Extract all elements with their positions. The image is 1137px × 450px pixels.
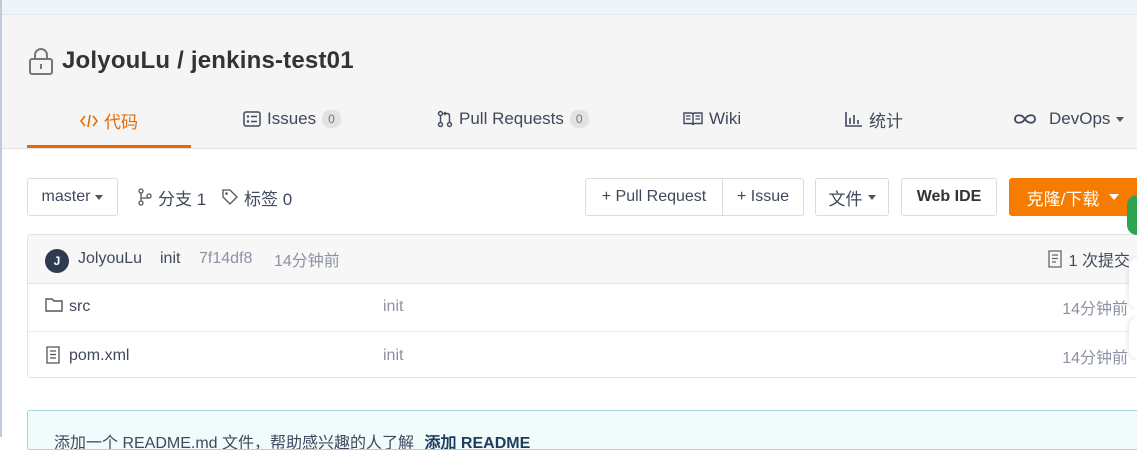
branch-icon: [138, 188, 152, 206]
commit-time: 14分钟前: [274, 253, 340, 270]
tab-label: DevOps: [1049, 109, 1111, 128]
chevron-down-icon: [867, 194, 876, 200]
repo-name-link[interactable]: jenkins-test01: [191, 47, 354, 74]
file-name[interactable]: pom.xml: [69, 347, 129, 365]
new-pull-request-label: + Pull Request: [601, 188, 707, 205]
bar-chart-icon: [845, 112, 862, 127]
new-issue-label: + Issue: [736, 188, 790, 205]
repo-owner-link[interactable]: JolyouLu: [62, 47, 170, 74]
branch-select[interactable]: master: [27, 178, 118, 216]
file-commit-time: 14分钟前: [1062, 350, 1128, 367]
clone-download-label: 克隆/下载: [1026, 189, 1100, 209]
clone-download-button[interactable]: 克隆/下载: [1009, 178, 1137, 216]
readme-prompt: 添加一个 README.md 文件，帮助感兴趣的人了解 添加 README: [27, 410, 1137, 450]
tab-pull-requests[interactable]: Pull Requests 0: [437, 96, 589, 142]
tag-icon: [222, 189, 238, 205]
commit-message[interactable]: init: [160, 250, 180, 268]
readme-prompt-text: 添加一个 README.md 文件，帮助感兴趣的人了解: [54, 435, 415, 450]
file-name[interactable]: src: [69, 298, 90, 316]
floating-side-panel[interactable]: [1129, 258, 1137, 308]
floating-action-button[interactable]: [1127, 195, 1137, 235]
tab-label: 代码: [104, 113, 138, 132]
devops-caret-icon: [1116, 116, 1125, 122]
file-commit-message[interactable]: init: [383, 298, 403, 316]
repo-toolbar: master 分支 1 标签 0 + Pull Request + Issue …: [0, 178, 1137, 218]
web-ide-label: Web IDE: [916, 188, 982, 205]
tab-label: Pull Requests: [459, 109, 564, 128]
tab-label: Wiki: [709, 109, 742, 128]
new-issue-button[interactable]: + Issue: [722, 178, 804, 216]
tab-devops[interactable]: DevOps: [1013, 96, 1125, 142]
file-text-icon: [46, 346, 60, 364]
branch-select-value: master: [41, 188, 91, 205]
chevron-down-icon: [1109, 194, 1120, 200]
book-icon: [683, 112, 703, 126]
add-readme-link[interactable]: 添加 README: [424, 435, 530, 449]
branches-label: 分支 1: [158, 189, 207, 209]
tags-label: 标签 0: [244, 189, 293, 209]
tab-wiki[interactable]: Wiki: [683, 96, 741, 142]
repo-tabs: 代码 Issues 0 Pull Requests 0 Wiki 统计 DevO…: [27, 96, 1137, 148]
commit-author[interactable]: JolyouLu: [78, 250, 142, 268]
latest-commit-bar: J JolyouLu init 7f14df8 14分钟前 1 次提交: [28, 235, 1137, 284]
repo-separator: /: [177, 47, 185, 74]
list-item[interactable]: pom.xml init 14分钟前: [28, 331, 1137, 380]
file-menu-label: 文件: [828, 189, 863, 209]
web-ide-button[interactable]: Web IDE: [901, 178, 997, 216]
repo-title: JolyouLu / jenkins-test01: [28, 46, 354, 76]
floating-side-panel[interactable]: [1129, 318, 1137, 358]
file-commit-message[interactable]: init: [383, 347, 403, 365]
tab-label: Issues: [267, 109, 317, 128]
chevron-down-icon: [95, 194, 104, 200]
list-item[interactable]: src init 14分钟前: [28, 283, 1137, 331]
tab-label: 统计: [869, 111, 903, 131]
issues-count-badge: 0: [322, 110, 341, 128]
file-browser: J JolyouLu init 7f14df8 14分钟前 1 次提交 src …: [27, 234, 1137, 378]
tags-link[interactable]: 标签 0: [221, 178, 292, 216]
pull-requests-count-badge: 0: [569, 110, 589, 128]
pull-request-icon: [437, 110, 453, 128]
avatar[interactable]: J: [45, 249, 69, 273]
file-menu-button[interactable]: 文件: [815, 178, 889, 216]
infinity-icon: [1014, 114, 1036, 124]
browser-top-strip: [0, 0, 1137, 15]
tab-issues[interactable]: Issues 0: [243, 96, 341, 142]
tab-code[interactable]: 代码: [27, 96, 191, 148]
branches-link[interactable]: 分支 1: [137, 178, 206, 216]
lock-icon: [29, 48, 53, 75]
file-commit-time: 14分钟前: [1062, 301, 1128, 318]
commit-history-icon: [1047, 250, 1062, 268]
issues-icon: [243, 111, 261, 127]
code-icon: [80, 114, 98, 127]
folder-icon: [45, 298, 63, 312]
commit-sha[interactable]: 7f14df8: [199, 250, 252, 268]
commit-count-link[interactable]: 1 次提交: [1047, 247, 1130, 271]
commit-count-label: 1 次提交: [1068, 253, 1130, 270]
tab-stats[interactable]: 统计: [845, 96, 903, 142]
new-pull-request-button[interactable]: + Pull Request: [585, 178, 723, 216]
